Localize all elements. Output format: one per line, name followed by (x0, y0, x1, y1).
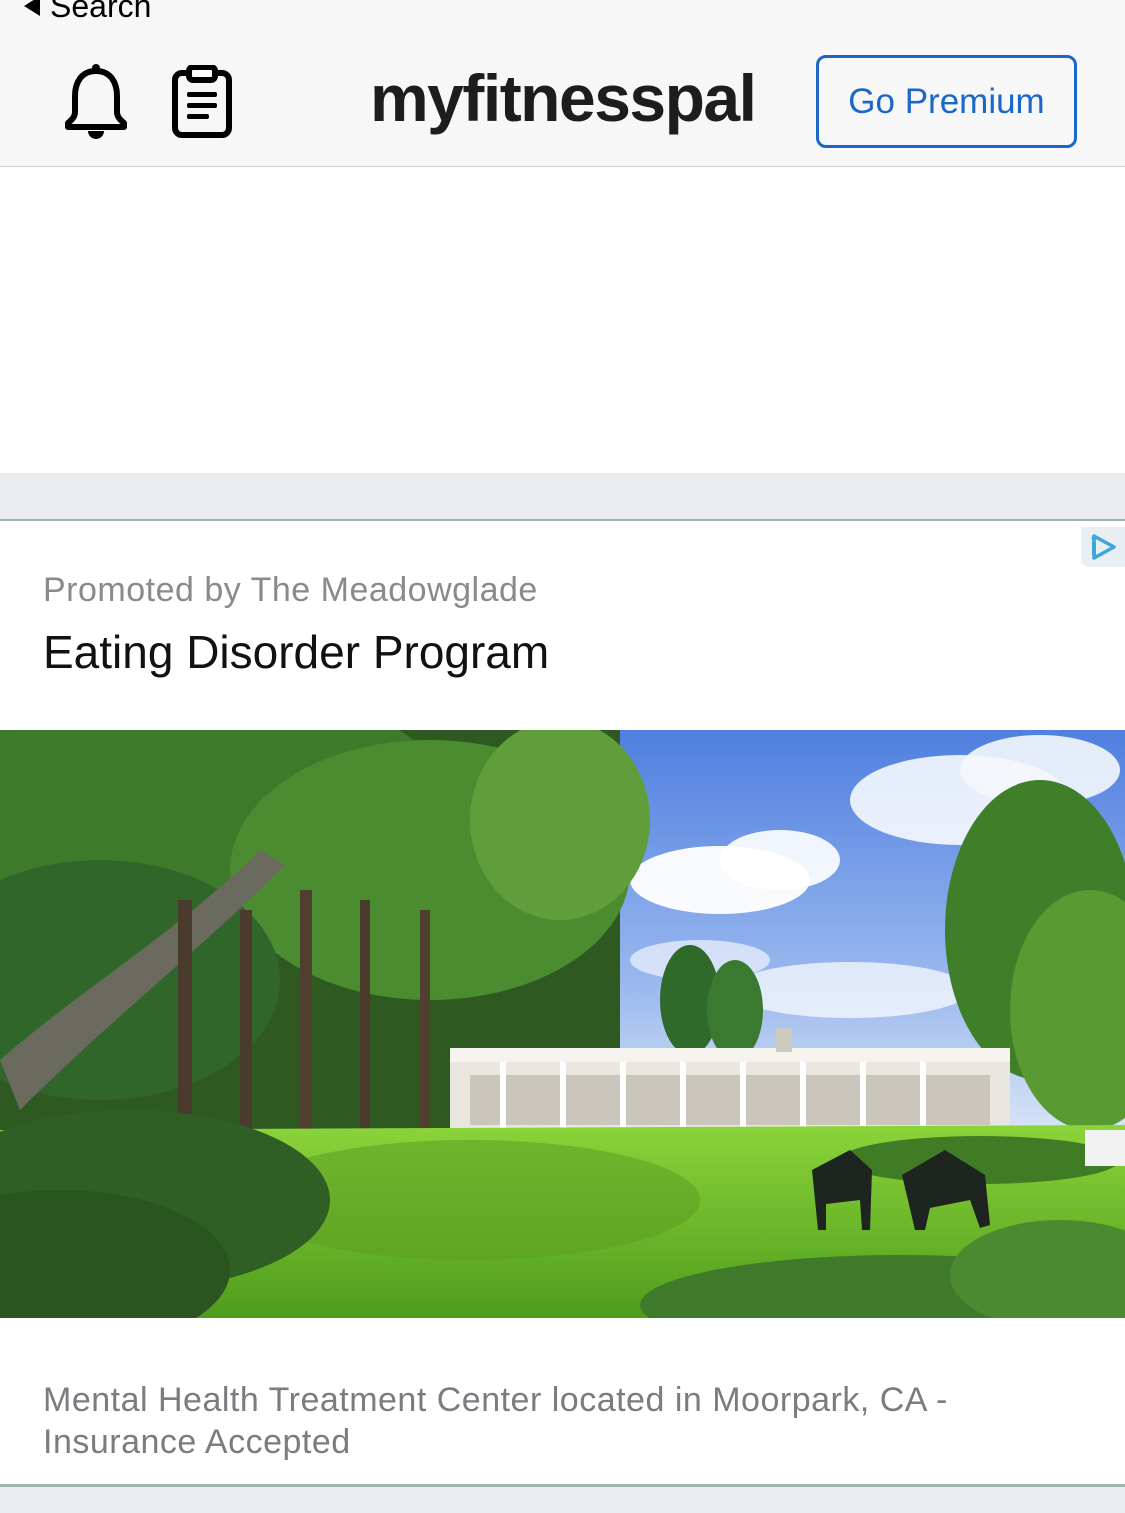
diary-button[interactable] (166, 62, 238, 142)
empty-ad-slot (0, 167, 1125, 473)
promoted-ad-card[interactable]: Promoted by The Meadowglade Eating Disor… (0, 519, 1125, 1487)
app-logo: myfitnesspal (370, 61, 757, 135)
go-premium-button[interactable]: Go Premium (816, 55, 1077, 148)
notifications-button[interactable] (60, 62, 132, 142)
adchoices-icon (1091, 534, 1116, 560)
ad-description: Mental Health Treatment Center located i… (43, 1381, 948, 1461)
top-navigation-bar: Search myfitnesspal Go Premium (0, 0, 1125, 167)
app-screen: Search myfitnesspal Go Premium Promoted … (0, 0, 1125, 1513)
back-triangle-icon (24, 0, 40, 16)
back-to-search-link[interactable]: Search (24, 0, 151, 26)
adchoices-button[interactable] (1081, 527, 1125, 567)
ad-headline[interactable]: Eating Disorder Program (43, 625, 549, 679)
clipboard-icon (172, 65, 232, 138)
sponsor-line: Promoted by The Meadowglade (43, 571, 538, 609)
promo-landscape-image[interactable] (0, 730, 1125, 1318)
back-link-label: Search (50, 0, 152, 24)
bell-icon (65, 64, 127, 139)
